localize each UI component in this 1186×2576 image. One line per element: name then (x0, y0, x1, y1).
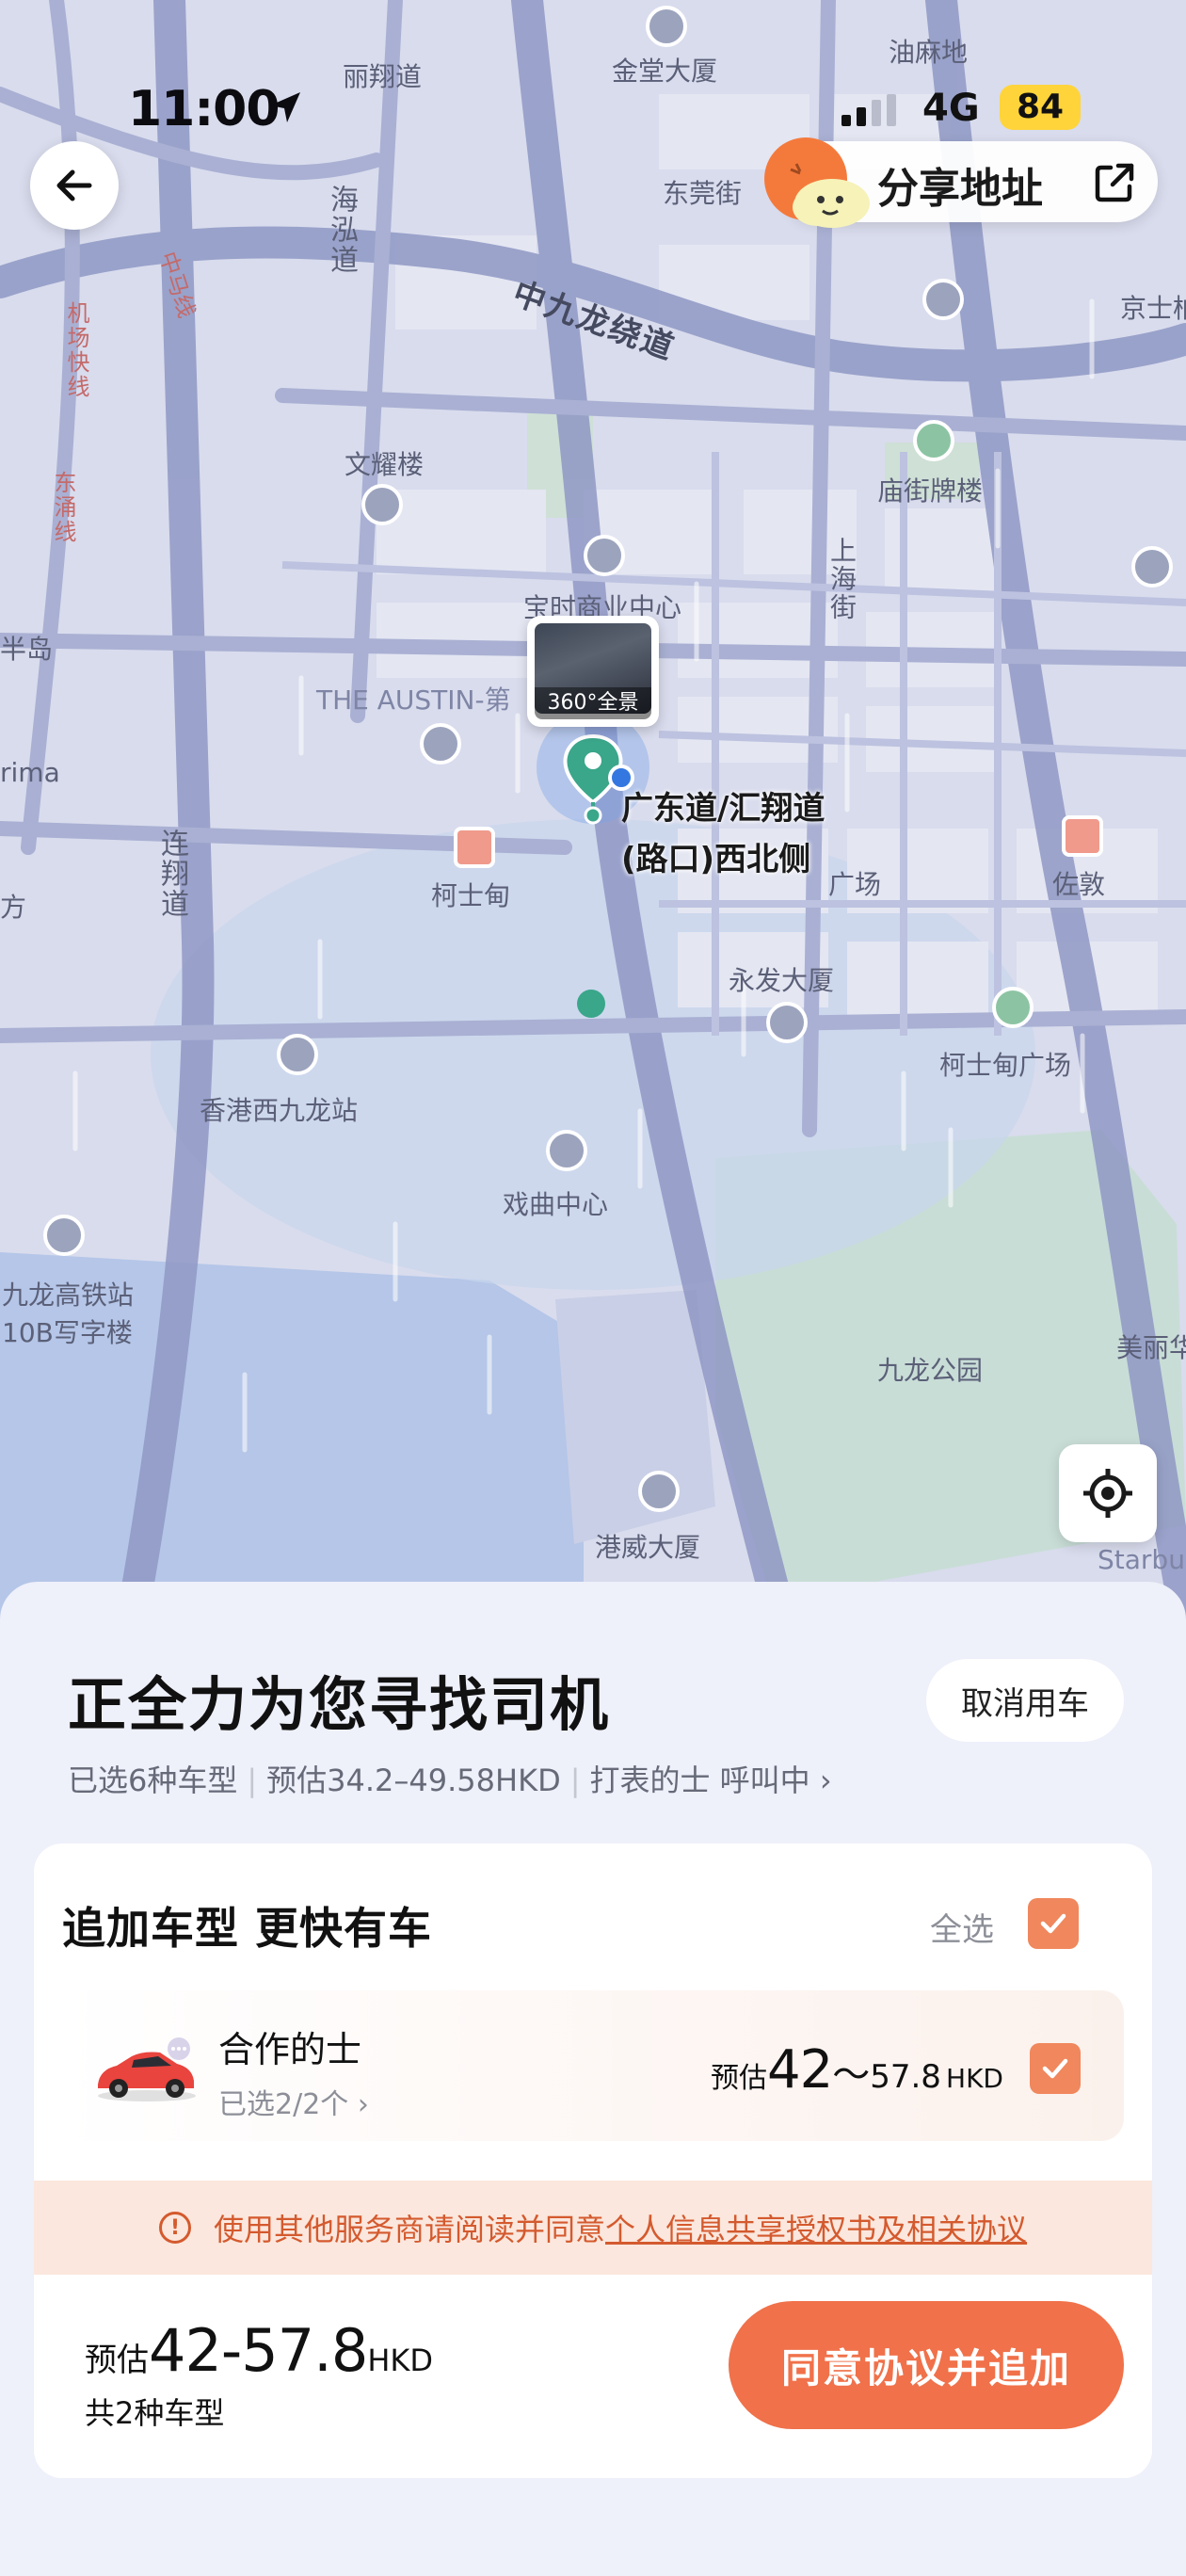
map-label: 广场 (828, 869, 882, 900)
notice-text: 使用其他服务商请阅读并同意 (213, 2212, 605, 2247)
add-vehicle-title: 追加车型 更快有车 (62, 1903, 433, 1954)
poi-marker (43, 1215, 85, 1256)
divider: | (247, 1763, 258, 1798)
poi-marker (420, 723, 461, 765)
map-label: 10B写字楼 (2, 1317, 133, 1348)
select-all-label[interactable]: 全选 (930, 1904, 994, 1950)
back-button[interactable] (30, 141, 119, 230)
map-label: 永发大厦 (729, 965, 835, 996)
map-label: 油麻地 (889, 37, 969, 68)
map-label: 东莞街 (663, 178, 743, 209)
map-label: rima (0, 757, 60, 788)
estimate-range: 预估34.2–49.58HKD (266, 1763, 561, 1798)
map-label: 机场快线 (63, 301, 89, 399)
locate-icon (1083, 1469, 1132, 1518)
map-label: 佐敦 (1052, 869, 1106, 900)
locate-me-button[interactable] (1059, 1444, 1157, 1542)
poi-marker (992, 987, 1034, 1028)
price-separator: ～ (832, 2053, 871, 2097)
total-price-range: 42-57.8 (149, 2316, 368, 2385)
map-label: 丽翔道 (343, 61, 423, 92)
select-all-checkbox[interactable] (1028, 1898, 1079, 1949)
vehicle-option-selected[interactable]: 已选2/2个 › (218, 2081, 369, 2122)
map-label: 九龙公园 (877, 1355, 984, 1386)
signal-icon (841, 94, 896, 126)
poi-marker (638, 1471, 680, 1512)
map-label: 海泓道 (325, 185, 358, 275)
agreement-notice: ! 使用其他服务商请阅读并同意 个人信息共享授权书及相关协议 (34, 2181, 1152, 2275)
page-title: 正全力为您寻找司机 (68, 1670, 611, 1739)
vehicle-option-checkbox[interactable] (1030, 2043, 1081, 2094)
selected-types: 已选6种车型 (68, 1763, 238, 1798)
poi-marker (766, 1002, 808, 1043)
map-label: 美丽华 (1116, 1332, 1186, 1363)
price-prefix: 预估 (710, 2062, 767, 2095)
poi-marker (1131, 546, 1173, 588)
poi-marker (546, 1130, 587, 1171)
poi-marker (584, 535, 625, 576)
ride-summary[interactable]: 已选6种车型 | 预估34.2–49.58HKD | 打表的士 呼叫中 › (68, 1757, 832, 1800)
poi-marker (913, 420, 954, 461)
back-arrow-icon (56, 169, 92, 201)
map-base (0, 0, 1186, 1619)
map-label: Starbu (1098, 1544, 1185, 1575)
pickup-line-2: (路口)西北侧 (621, 841, 811, 878)
location-arrow-icon (270, 92, 300, 122)
price-currency: HKD (946, 2063, 1003, 2094)
check-icon (1042, 2058, 1068, 2079)
panorama-label: 360°全景 (535, 687, 651, 719)
battery-level: 84 (1000, 85, 1081, 130)
share-icon (1095, 163, 1134, 202)
map-label: 东涌线 (50, 471, 76, 544)
map-label: 庙街牌楼 (877, 475, 984, 507)
poi-marker (277, 1034, 318, 1075)
panorama-thumbnail[interactable]: 360°全景 (527, 616, 659, 727)
price-high: 57.8 (870, 2058, 941, 2096)
car-icon (98, 2037, 196, 2101)
mtr-station-icon (1062, 815, 1103, 857)
total-price-prefix: 预估 (85, 2342, 149, 2379)
call-status: 打表的士 呼叫中 › (589, 1763, 832, 1798)
map-label: 京士柏 (1120, 293, 1186, 324)
pickup-line-1: 广东道/汇翔道 (621, 790, 825, 828)
map-label: 连翔道 (155, 829, 188, 919)
vehicle-option-name: 合作的士 (218, 2029, 362, 2070)
network-type: 4G (922, 87, 980, 130)
map-label: 柯士甸 (431, 880, 511, 911)
pickup-location-label: 广东道/汇翔道 (路口)西北侧 (621, 783, 825, 885)
map-label: 港威大厦 (595, 1532, 701, 1563)
map-label: 柯士甸广场 (939, 1050, 1072, 1081)
map-label: 香港西九龙站 (200, 1095, 359, 1126)
poi-marker (646, 6, 687, 47)
total-estimate: 预估42-57.8HKD (85, 2316, 433, 2385)
share-address-label: 分享地址 (877, 165, 1043, 213)
status-time: 11:00 (128, 81, 280, 137)
map-label: 上海街 (826, 537, 857, 621)
cancel-ride-button[interactable]: 取消用车 (926, 1659, 1124, 1742)
mtr-station-icon (454, 827, 495, 868)
mascot-icon (764, 137, 870, 228)
map-label: 金堂大厦 (612, 56, 718, 87)
map-label: THE AUSTIN-第 (316, 684, 511, 716)
price-low: 42 (766, 2039, 833, 2101)
total-price-currency: HKD (367, 2343, 433, 2378)
agree-and-add-button[interactable]: 同意协议并追加 (729, 2301, 1124, 2429)
map-label: 文耀楼 (345, 449, 425, 480)
vehicle-type-count: 共2种车型 (85, 2395, 225, 2431)
map-label: 戏曲中心 (503, 1189, 609, 1220)
map-view[interactable]: 丽翔道 金堂大厦 油麻地 海泓道 东莞街 中马线 机场快线 东涌线 中九龙绕道 … (0, 0, 1186, 1619)
poi-marker (361, 484, 403, 525)
warning-icon: ! (158, 2212, 191, 2244)
poi-marker (922, 279, 964, 320)
map-label: 方 (0, 892, 27, 923)
divider: | (569, 1763, 581, 1798)
map-label: 半岛 (0, 634, 54, 665)
check-icon (1040, 1913, 1066, 1934)
agreement-link[interactable]: 个人信息共享授权书及相关协议 (605, 2206, 1027, 2249)
vehicle-option-price: 预估42～57.8 HKD (711, 2039, 1003, 2101)
map-label: 九龙高铁站 (2, 1280, 135, 1311)
